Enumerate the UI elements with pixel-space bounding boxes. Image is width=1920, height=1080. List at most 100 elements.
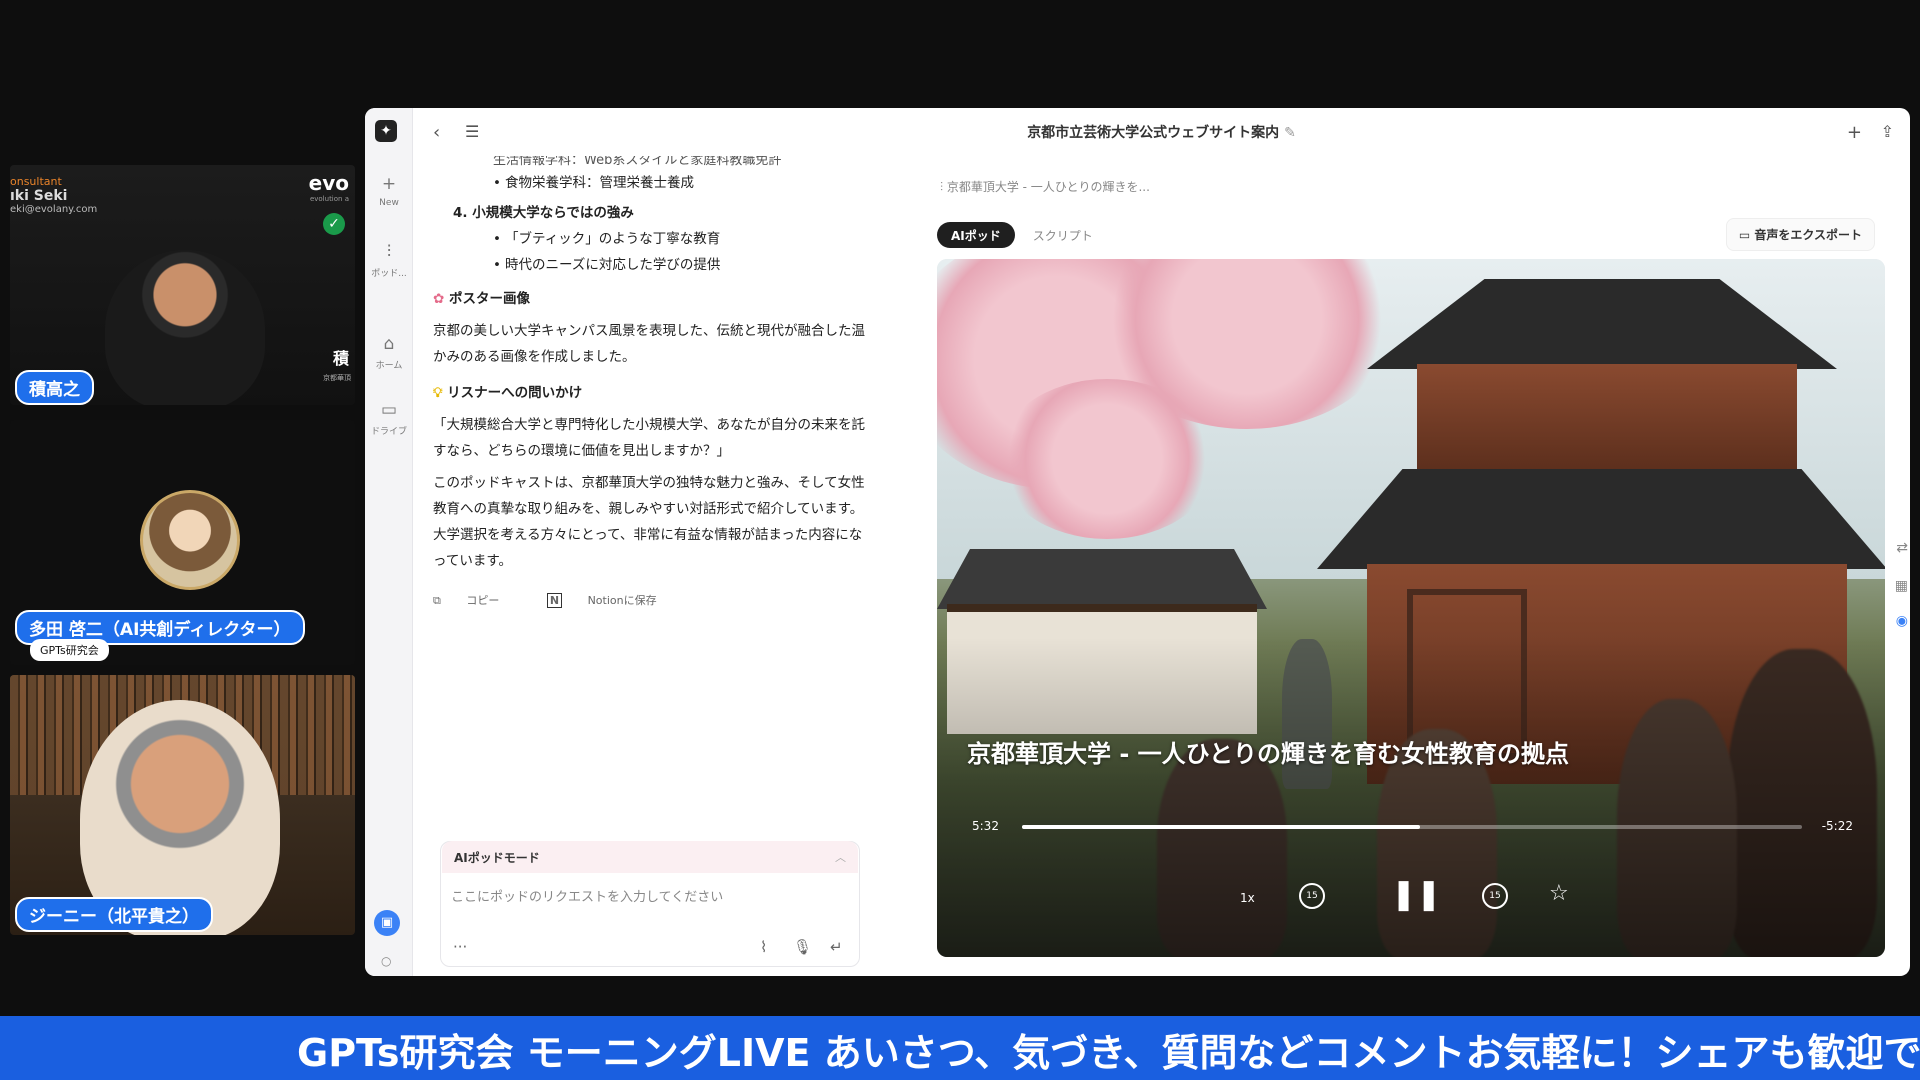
rail-drive-label: ドライブ <box>370 427 407 437</box>
audio-wave-icon: ⫶ <box>940 180 944 194</box>
participant-name: ジーニー（北平貴之） <box>15 897 213 932</box>
side-kanji: 積 <box>332 349 349 368</box>
grid-icon[interactable]: ▦ <box>1895 578 1908 594</box>
export-label: 音声をエクスポート <box>1754 228 1862 242</box>
brand-sub: evolution a <box>309 195 349 203</box>
page-title-text: 京都市立芸術大学公式ウェブサイト案内 <box>1027 125 1280 141</box>
question-text: 「大規模総合大学と専門特化した小規模大学、あなたが自分の未来を託すなら、どちらの… <box>433 417 865 459</box>
rail-home[interactable]: ⌂ ホーム <box>365 334 413 371</box>
ticker-text: GPTs研究会 モーニングLIVE あいさつ、気づき、質問などコメントお気軽に！… <box>297 1031 1920 1075</box>
export-audio-button[interactable]: ▭ 音声をエクスポート <box>1725 218 1875 251</box>
avatar <box>140 490 240 590</box>
copy-icon: ⧉ <box>433 594 441 607</box>
participant-tile-2: 多田 啓二（AI共創ディレクター） GPTs研究会 <box>10 420 355 665</box>
live-ticker: GPTs研究会 モーニングLIVE あいさつ、気づき、質問などコメントお気軽に！… <box>0 1016 1920 1080</box>
cover-temple <box>1417 364 1797 474</box>
elapsed-time: 5:32 <box>972 819 999 833</box>
view-tabs: AIポッド スクリプト <box>937 222 1107 248</box>
assistant-icon[interactable]: ◉ <box>1896 613 1908 629</box>
list-item: 食物栄養学科：管理栄養士養成 <box>433 170 873 196</box>
tab-ai-pod[interactable]: AIポッド <box>937 222 1015 248</box>
speed-button[interactable]: 1x <box>1240 891 1255 905</box>
question-heading-text: リスナーへの問いかけ <box>447 385 583 401</box>
folder-icon: ▭ <box>1738 228 1751 242</box>
add-icon[interactable]: + <box>1847 122 1862 143</box>
edit-icon[interactable]: ✎ <box>1284 125 1296 141</box>
screen: onsultant ıki Seki eki@evolany.com evo e… <box>0 0 1920 1080</box>
episode-title: 京都華頂大学 - 一人ひとりの輝きを育む女性教育の拠点 <box>967 740 1569 768</box>
participant-video <box>105 250 265 405</box>
breadcrumb-text: 京都華頂大学 - 一人ひとりの輝きを... <box>946 180 1150 194</box>
user-icon[interactable]: ○ <box>381 954 391 968</box>
flower-icon: ✿ <box>433 291 445 307</box>
copy-button[interactable]: ⧉ コピー <box>433 594 521 607</box>
skip-back-icon[interactable]: 15 <box>1299 883 1325 909</box>
rail-drive[interactable]: ▭ ドライブ <box>365 400 413 437</box>
brand-logo: evo <box>308 171 349 195</box>
mode-bar[interactable]: AIポッドモード ︿ <box>442 841 858 873</box>
prompt-input[interactable]: ここにポッドのリクエストを入力してください <box>451 886 723 905</box>
left-rail: ✦ + New ⫶ ポッド... ⌂ ホーム ▭ ドライブ ▣ ○ <box>365 108 413 976</box>
send-icon[interactable]: ↵ <box>830 938 843 956</box>
question-heading: 💡︎ リスナーへの問いかけ <box>433 380 873 406</box>
pause-icon[interactable]: ❚❚ <box>1391 877 1441 912</box>
name-card: onsultant ıki Seki eki@evolany.com <box>10 175 97 217</box>
participant-tile-1: onsultant ıki Seki eki@evolany.com evo e… <box>10 165 355 405</box>
share-icon[interactable]: ⇪ <box>1881 122 1894 141</box>
star-icon[interactable]: ☆ <box>1549 881 1569 906</box>
cover-blossom <box>997 379 1217 539</box>
episode-cover: 京都華頂大学 - 一人ひとりの輝きを育む女性教育の拠点 5:32 -5:22 1… <box>937 259 1885 957</box>
folder-icon: ▭ <box>380 400 398 420</box>
bullet-list-b: 「ブティック」のような丁寧な教育 時代のニーズに対応した学びの提供 <box>433 226 873 278</box>
audio-wave-icon: ⫶ <box>386 242 392 262</box>
summary-text: このポッドキャストは、京都華頂大学の独特な魅力と強み、そして女性教育への真摯な取… <box>433 475 865 569</box>
mode-label: AIポッドモード <box>454 851 540 865</box>
app-window: ✦ + New ⫶ ポッド... ⌂ ホーム ▭ ドライブ ▣ ○ ‹ ☰ 京都… <box>365 108 1910 976</box>
remaining-time: -5:22 <box>1821 819 1853 833</box>
lightbulb-icon: 💡︎ <box>433 385 443 401</box>
app-logo-icon[interactable]: ✦ <box>375 120 397 142</box>
mic-icon[interactable]: 🎙︎ <box>793 938 812 956</box>
home-icon: ⌂ <box>383 334 395 354</box>
chat-response: 生活情報学科：Web系スタイルと家庭科教職免許 食物栄養学科：管理栄養士養成 4… <box>433 156 873 756</box>
rail-new[interactable]: + New <box>365 174 413 208</box>
numbered-heading: 4. 小規模大学ならではの強み <box>453 205 634 221</box>
role-text: onsultant <box>10 175 62 188</box>
notion-label: Notionに保存 <box>587 594 657 607</box>
plus-icon: + <box>381 174 397 194</box>
skip-forward-label: 15 <box>1489 891 1501 901</box>
poster-text: 京都の美しい大学キャンパス風景を表現した、伝統と現代が融合した温かみのある画像を… <box>433 323 865 365</box>
poster-heading-text: ポスター画像 <box>449 291 531 307</box>
check-icon: ✓ <box>323 213 345 235</box>
podcast-panel: ⫶ 京都華頂大学 - 一人ひとりの輝きを... AIポッド スクリプト ▭ 音声… <box>920 156 1895 966</box>
rail-pod[interactable]: ⫶ ポッド... <box>365 242 413 279</box>
topbar: ‹ ☰ 京都市立芸術大学公式ウェブサイト案内 ✎ + ⇪ <box>413 108 1910 160</box>
gift-icon[interactable]: ▣ <box>374 910 400 936</box>
tab-script[interactable]: スクリプト <box>1019 222 1107 248</box>
attach-icon[interactable]: ⌇ <box>760 938 767 956</box>
page-title: 京都市立芸術大学公式ウェブサイト案内 ✎ <box>413 122 1910 142</box>
skip-back-label: 15 <box>1306 891 1318 901</box>
progress-slider[interactable] <box>1022 825 1802 829</box>
list-item: 時代のニーズに対応した学びの提供 <box>433 252 873 278</box>
name-text: ıki Seki <box>10 188 68 204</box>
notion-icon: N <box>546 593 563 608</box>
cut-line: 生活情報学科：Web系スタイルと家庭科教職免許 <box>493 156 782 168</box>
more-button[interactable]: ··· <box>453 938 467 956</box>
message-actions: ⧉ コピー N Notionに保存 <box>433 588 873 614</box>
cover-hall-roof <box>937 549 1267 609</box>
progress-fill <box>1022 825 1420 829</box>
breadcrumb[interactable]: ⫶ 京都華頂大学 - 一人ひとりの輝きを... <box>940 178 1150 195</box>
list-item: 「ブティック」のような丁寧な教育 <box>433 226 873 252</box>
notion-save-button[interactable]: N Notionに保存 <box>546 593 679 608</box>
participant-org: GPTs研究会 <box>30 639 109 661</box>
bullet-list-a: 食物栄養学科：管理栄養士養成 <box>433 170 873 196</box>
translate-icon[interactable]: ⇄ <box>1896 540 1908 556</box>
cover-temple-roof <box>1317 469 1885 569</box>
participant-tile-3: ジーニー（北平貴之） <box>10 675 355 935</box>
rail-pod-label: ポッド... <box>371 269 407 279</box>
chevron-up-icon[interactable]: ︿ <box>835 849 846 865</box>
rail-home-label: ホーム <box>375 361 403 371</box>
skip-forward-icon[interactable]: 15 <box>1482 883 1508 909</box>
rail-new-label: New <box>379 198 399 208</box>
